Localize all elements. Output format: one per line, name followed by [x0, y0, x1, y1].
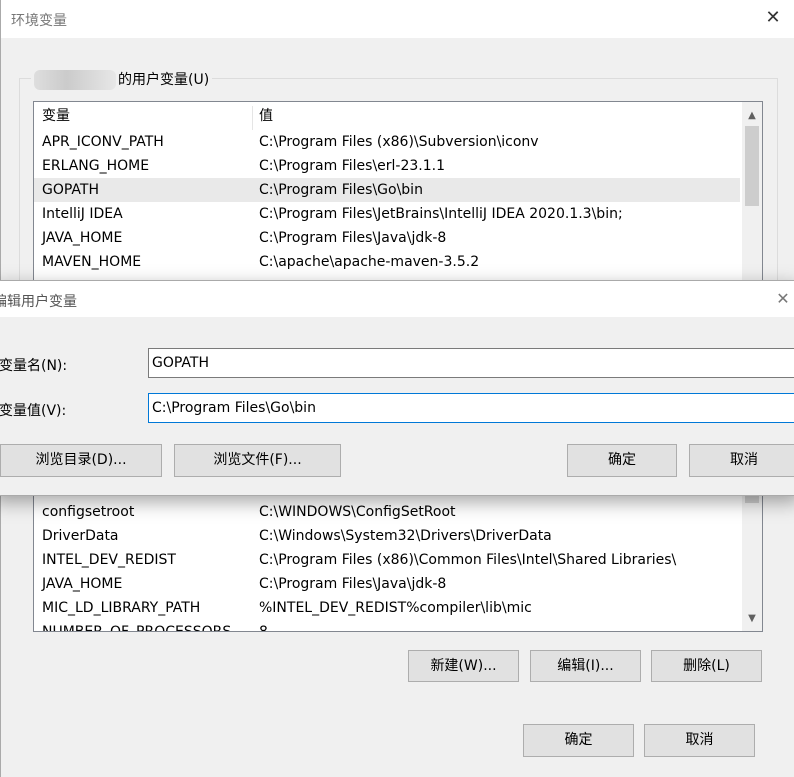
edit-user-variable-dialog: 编辑用户变量 ✕ 变量名(N): GOPATH 变量值(V): C:\Progr… [0, 280, 794, 496]
edit-titlebar: 编辑用户变量 ✕ [0, 281, 794, 317]
variable-name: MIC_LD_LIBRARY_PATH [42, 600, 201, 616]
table-row[interactable]: ERLANG_HOME C:\Program Files\erl-23.1.1 [34, 154, 740, 178]
redacted-username [34, 70, 116, 90]
variable-name: ERLANG_HOME [42, 158, 150, 174]
variable-value-label: 变量值(V): [0, 403, 67, 419]
system-variables-list[interactable]: configsetroot C:\WINDOWS\ConfigSetRoot D… [33, 482, 763, 632]
new-system-variable-button[interactable]: 新建(W)... [408, 650, 519, 682]
env-dialog-title: 环境变量 [11, 13, 67, 29]
delete-system-variable-button[interactable]: 删除(L) [651, 650, 762, 682]
scroll-up-icon[interactable]: ▲ [742, 106, 762, 126]
table-row[interactable]: MAVEN_HOME C:\apache\apache-maven-3.5.2 [34, 250, 740, 274]
env-ok-button[interactable]: 确定 [523, 724, 634, 757]
variable-name: NUMBER_OF_PROCESSORS [42, 624, 232, 632]
variable-name: GOPATH [42, 182, 99, 198]
browse-directory-button[interactable]: 浏览目录(D)... [0, 444, 162, 477]
variable-value: C:\Program Files\erl-23.1.1 [259, 158, 446, 174]
variable-name: DriverData [42, 528, 119, 544]
user-variables-list[interactable]: 变量 值 APR_ICONV_PATH C:\Program Files (x8… [33, 101, 763, 301]
variable-value: C:\Program Files\Java\jdk-8 [259, 230, 447, 246]
variable-name: JAVA_HOME [42, 230, 123, 246]
table-row[interactable]: JAVA_HOME C:\Program Files\Java\jdk-8 [34, 226, 740, 250]
variable-name: configsetroot [42, 504, 135, 520]
variable-name: MAVEN_HOME [42, 254, 142, 270]
env-titlebar: 环境变量 ✕ [1, 0, 794, 38]
variable-value: 8 [259, 624, 268, 632]
column-divider[interactable] [252, 106, 253, 130]
edit-cancel-button[interactable]: 取消 [689, 444, 794, 477]
variable-value: C:\Program Files\Go\bin [259, 182, 423, 198]
scroll-down-icon[interactable]: ▼ [742, 609, 762, 629]
env-cancel-button[interactable]: 取消 [644, 724, 755, 757]
variable-name-label: 变量名(N): [0, 358, 68, 374]
table-row[interactable]: DriverData C:\Windows\System32\Drivers\D… [34, 524, 740, 548]
column-header-value[interactable]: 值 [259, 102, 273, 130]
variable-name: IntelliJ IDEA [42, 206, 123, 222]
variable-value: %INTEL_DEV_REDIST%compiler\lib\mic [259, 600, 532, 616]
variable-name: JAVA_HOME [42, 576, 123, 592]
table-row[interactable]: IntelliJ IDEA C:\Program Files\JetBrains… [34, 202, 740, 226]
column-header-variable[interactable]: 变量 [42, 102, 70, 130]
scrollbar-thumb[interactable] [745, 126, 759, 206]
edit-system-variable-button[interactable]: 编辑(I)... [530, 650, 641, 682]
edit-dialog-title: 编辑用户变量 [0, 294, 77, 310]
variable-value: C:\WINDOWS\ConfigSetRoot [259, 504, 456, 520]
vertical-scrollbar[interactable]: ▼ [742, 483, 762, 631]
vertical-scrollbar[interactable]: ▲ [742, 102, 762, 300]
variable-value: C:\Program Files (x86)\Common Files\Inte… [259, 552, 677, 568]
table-row-selected[interactable]: GOPATH C:\Program Files\Go\bin [34, 178, 740, 202]
user-variables-label-text: 的用户变量(U) [118, 72, 210, 88]
variable-value: C:\Program Files\Java\jdk-8 [259, 576, 447, 592]
table-row[interactable]: JAVA_HOME C:\Program Files\Java\jdk-8 [34, 572, 740, 596]
edit-ok-button[interactable]: 确定 [567, 444, 677, 477]
table-row[interactable]: INTEL_DEV_REDIST C:\Program Files (x86)\… [34, 548, 740, 572]
close-icon[interactable]: ✕ [773, 287, 793, 311]
variable-value: C:\Program Files (x86)\Subversion\iconv [259, 134, 539, 150]
table-row[interactable]: MIC_LD_LIBRARY_PATH %INTEL_DEV_REDIST%co… [34, 596, 740, 620]
close-icon[interactable]: ✕ [761, 6, 785, 30]
variable-value-input[interactable]: C:\Program Files\Go\bin [148, 393, 794, 423]
variable-value: C:\Program Files\JetBrains\IntelliJ IDEA… [259, 206, 623, 222]
variable-value: C:\Windows\System32\Drivers\DriverData [259, 528, 552, 544]
variable-value: C:\apache\apache-maven-3.5.2 [259, 254, 480, 270]
user-variables-group-label: 的用户变量(U) [31, 69, 213, 90]
variable-name: INTEL_DEV_REDIST [42, 552, 176, 568]
variable-name-input[interactable]: GOPATH [148, 348, 794, 378]
browse-file-button[interactable]: 浏览文件(F)... [174, 444, 341, 477]
table-row[interactable]: NUMBER_OF_PROCESSORS 8 [34, 620, 740, 632]
table-row[interactable]: APR_ICONV_PATH C:\Program Files (x86)\Su… [34, 130, 740, 154]
variable-name: APR_ICONV_PATH [42, 134, 164, 150]
table-row[interactable]: configsetroot C:\WINDOWS\ConfigSetRoot [34, 500, 740, 524]
